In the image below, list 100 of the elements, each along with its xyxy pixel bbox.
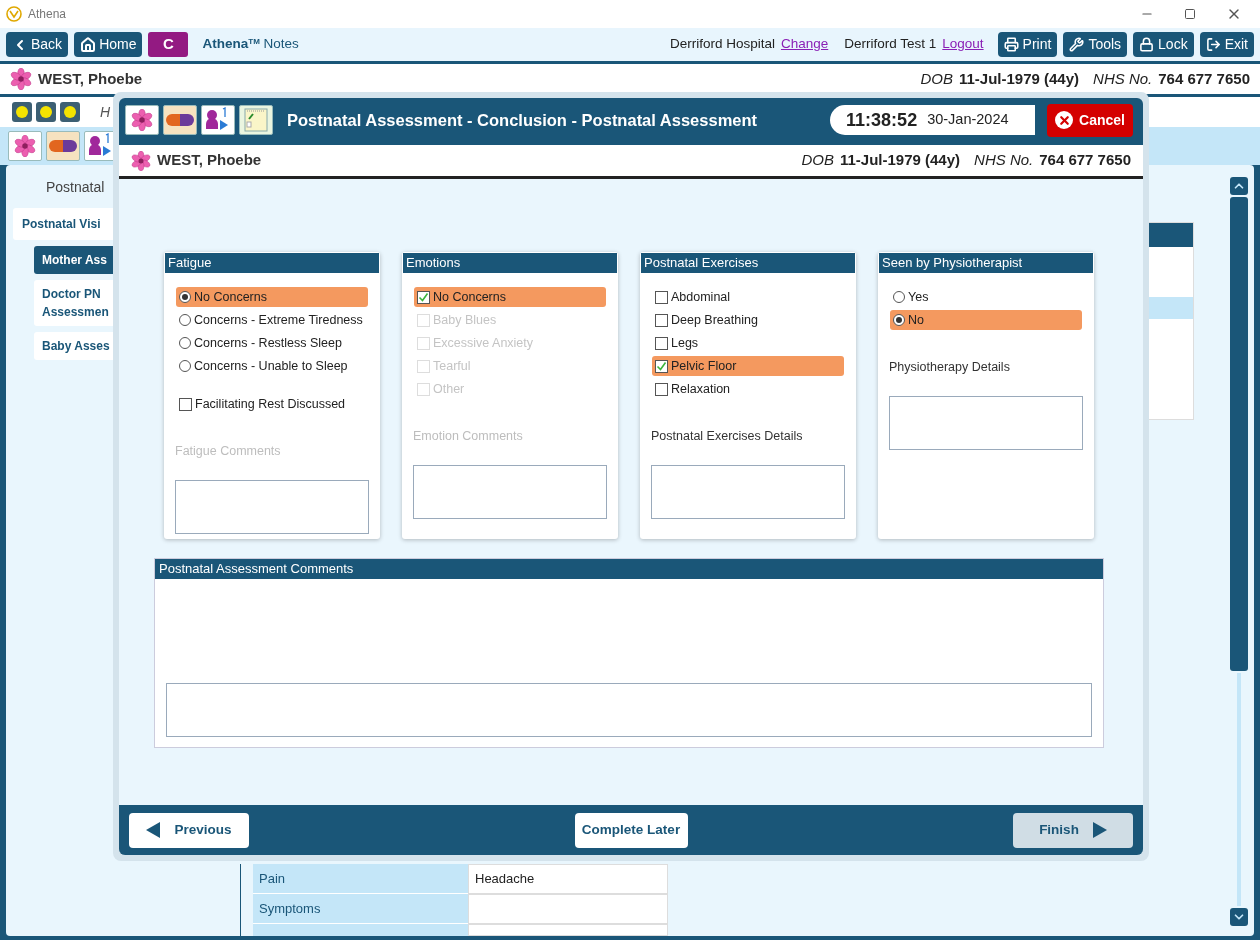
- c-button[interactable]: C: [148, 32, 189, 57]
- patient-name: WEST, Phoebe: [157, 150, 262, 171]
- nhs-label: NHS No.: [1093, 68, 1153, 89]
- option-label: Yes: [908, 288, 929, 306]
- logout-link[interactable]: Logout: [942, 34, 984, 55]
- dialog-title: Postnatal Assessment - Conclusion - Postnatal Assessment: [287, 109, 758, 131]
- comments-field[interactable]: [166, 683, 1092, 737]
- details-label: Emotion Comments: [412, 428, 524, 445]
- app-brand: Athena$^{TM}$ Notes: [202, 35, 299, 54]
- radio-button[interactable]: [893, 291, 905, 303]
- section-title: Seen by Physiotherapist: [879, 253, 1093, 273]
- radio-button[interactable]: [179, 291, 191, 303]
- checkbox[interactable]: [655, 382, 668, 396]
- option-label: Relaxation: [671, 380, 731, 398]
- toolbar-icon-button[interactable]: [46, 131, 80, 161]
- details-field[interactable]: [651, 464, 845, 519]
- radio-button[interactable]: [179, 337, 191, 349]
- triangle-right-icon: [1092, 822, 1107, 838]
- nhs-value: 764 677 7650: [1039, 150, 1131, 171]
- option-label: Legs: [671, 334, 699, 352]
- flower-icon: [10, 68, 32, 90]
- checkbox[interactable]: [655, 290, 668, 304]
- details-field[interactable]: [413, 464, 607, 519]
- scroll-down-button[interactable]: [1230, 908, 1248, 926]
- padlock-icon: [1139, 37, 1155, 52]
- table-cell: Symptoms: [253, 894, 468, 924]
- scrollbar-thumb[interactable]: [1230, 197, 1248, 671]
- radio-button[interactable]: [179, 314, 191, 326]
- option-label: Other: [433, 380, 465, 398]
- radio-button[interactable]: [893, 314, 905, 326]
- toolbar-button[interactable]: Lock: [1133, 32, 1194, 57]
- details-field[interactable]: [889, 395, 1083, 450]
- section-title: Fatigue: [165, 253, 379, 273]
- wrench-icon: [1069, 37, 1085, 52]
- app-logo-icon: [6, 6, 22, 22]
- toolbar-icon-button[interactable]: [125, 105, 159, 135]
- nhs-value: 764 677 7650: [1158, 68, 1250, 89]
- nav-button[interactable]: Home: [74, 32, 143, 57]
- radio-button[interactable]: [179, 360, 191, 372]
- patient-name: WEST, Phoebe: [38, 68, 143, 89]
- option-label: Tearful: [433, 357, 471, 375]
- notepad-icon: [243, 107, 269, 133]
- flower-icon: [14, 135, 36, 157]
- option-label: Deep Breathing: [671, 311, 758, 329]
- option-label: Concerns - Unable to Sleep: [194, 357, 348, 375]
- dob-value: 11-Jul-1979 (44y): [958, 68, 1080, 89]
- toolbar-icon-button[interactable]: [8, 131, 42, 161]
- time-text: 11:38:52: [846, 108, 918, 132]
- flower-icon: [131, 109, 153, 131]
- user-name: Derriford Test 1: [844, 35, 937, 54]
- option-label: Concerns - Restless Sleep: [194, 334, 342, 352]
- option-label: Pelvic Floor: [671, 357, 737, 375]
- section-title: Postnatal Assessment Comments: [155, 559, 1103, 579]
- table-cell: Pain: [253, 864, 468, 894]
- table-cell: Headache: [468, 864, 668, 894]
- checkbox[interactable]: [655, 336, 668, 350]
- option-label: No Concerns: [433, 288, 506, 306]
- exit-icon: [1205, 37, 1221, 52]
- capsule-icon: [48, 139, 78, 153]
- nav-button[interactable]: Back: [6, 32, 69, 57]
- printer-icon: [1003, 37, 1019, 52]
- toolbar-button[interactable]: Exit: [1199, 32, 1254, 57]
- previous-button[interactable]: Previous: [129, 812, 249, 848]
- section-title: Postnatal Exercises: [641, 253, 855, 273]
- option-label: Baby Blues: [433, 311, 497, 329]
- checkbox[interactable]: [179, 397, 192, 411]
- date-text: 30-Jan-2024: [927, 110, 1009, 130]
- option-label: Concerns - Extreme Tiredness: [194, 311, 363, 329]
- details-label: Postnatal Exercises Details: [650, 428, 804, 445]
- capsule-icon: [165, 113, 195, 127]
- complete-later-button[interactable]: Complete Later: [574, 812, 688, 848]
- window-title: Athena: [28, 6, 67, 23]
- triangle-left-icon: [146, 822, 161, 838]
- change-link[interactable]: Change: [780, 34, 829, 55]
- option-label: Abdominal: [671, 288, 731, 306]
- checkbox[interactable]: [655, 313, 668, 327]
- option-label: No Concerns: [194, 288, 267, 306]
- toolbar-icon-button[interactable]: [163, 105, 197, 135]
- dob-label: DOB: [801, 150, 834, 171]
- checkbox[interactable]: [417, 290, 430, 304]
- home-icon: [80, 36, 97, 53]
- toolbar-button[interactable]: Tools: [1063, 32, 1128, 57]
- option-label: Facilitating Rest Discussed: [195, 395, 346, 413]
- option-label: Excessive Anxiety: [433, 334, 534, 352]
- details-field[interactable]: [175, 479, 369, 534]
- checkbox[interactable]: [655, 359, 668, 373]
- nav-heading: Postnatal: [46, 178, 106, 197]
- toolbar-button[interactable]: Print: [997, 32, 1058, 57]
- cancel-button[interactable]: Cancel: [1047, 103, 1133, 137]
- maximize-icon[interactable]: [1184, 8, 1196, 20]
- close-icon: [1055, 111, 1074, 129]
- flower-icon: [131, 150, 151, 171]
- toolbar-icon-button[interactable]: [201, 105, 235, 135]
- dob-value: 11-Jul-1979 (44y): [839, 150, 961, 171]
- scroll-up-button[interactable]: [1230, 177, 1248, 195]
- details-label: Physiotherapy Details: [888, 359, 1011, 376]
- dob-label: DOB: [920, 68, 953, 89]
- option-label: No: [908, 311, 924, 329]
- subheader-text: H: [100, 102, 111, 122]
- nhs-label: NHS No.: [974, 150, 1034, 171]
